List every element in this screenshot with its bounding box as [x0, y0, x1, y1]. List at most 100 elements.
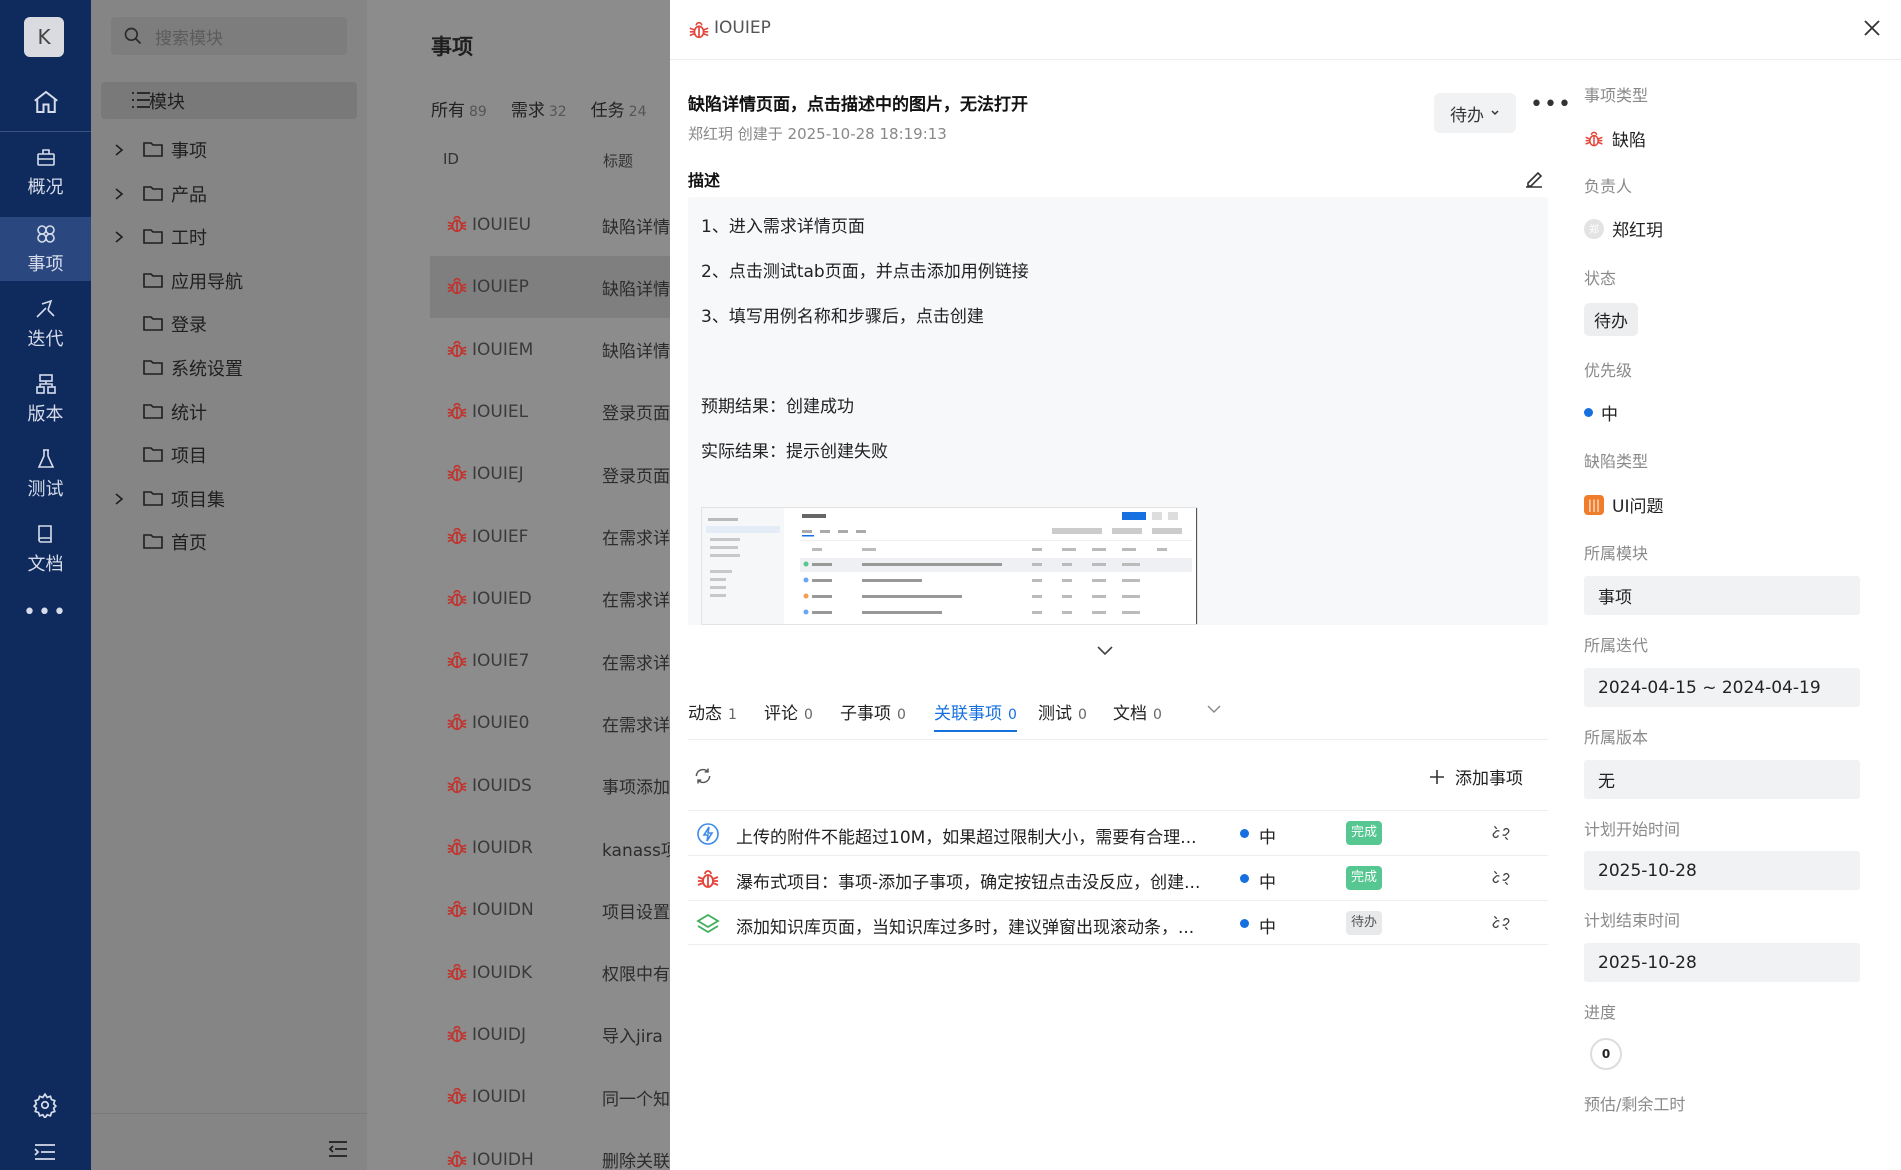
- nav-item-overview[interactable]: 概况: [0, 140, 91, 204]
- tree-node[interactable]: 统计: [91, 394, 367, 430]
- nav-item-version[interactable]: 版本: [0, 367, 91, 431]
- related-item-row[interactable]: 瀑布式项目：事项-添加子事项，确定按钮点击没反应，创建... 中 完成: [688, 855, 1548, 900]
- tab-requirement[interactable]: 需求 32: [511, 96, 567, 121]
- prop-sprint-select[interactable]: 2024-04-15 ~ 2024-04-19: [1584, 668, 1860, 707]
- table-row[interactable]: IOUIDJ 导入jira: [430, 1004, 670, 1066]
- refresh-icon[interactable]: [693, 766, 713, 786]
- app-sidebar: K 概况 事项 迭代 版本 测试 文档 •••: [0, 0, 91, 1170]
- prop-start-date[interactable]: 2025-10-28: [1584, 851, 1860, 890]
- folder-icon: [143, 229, 163, 244]
- chevron-right-icon[interactable]: [113, 187, 125, 201]
- tree-node[interactable]: 应用导航: [91, 263, 367, 299]
- status-label: 待办: [1450, 105, 1484, 126]
- row-title: kanass项: [602, 840, 670, 861]
- table-row[interactable]: IOUIDI 同一个知: [430, 1066, 670, 1128]
- row-title: 在需求详: [602, 529, 670, 549]
- prop-version-select[interactable]: 无: [1584, 760, 1860, 799]
- nav-item-test[interactable]: 测试: [0, 442, 91, 506]
- row-id: IOUIDS: [472, 775, 532, 796]
- tree-node[interactable]: 工时: [91, 219, 367, 255]
- table-row[interactable]: IOUIDH 删除关联: [430, 1129, 670, 1170]
- close-icon[interactable]: [1863, 19, 1881, 37]
- prop-bugtype[interactable]: ||| UI问题: [1584, 492, 1663, 517]
- nav-divider: [0, 131, 91, 132]
- tree-node[interactable]: 产品: [91, 176, 367, 212]
- prop-label-status: 状态: [1584, 269, 1617, 288]
- prop-owner[interactable]: 郑 郑红玥: [1584, 216, 1663, 241]
- status-dropdown[interactable]: 待办: [1434, 93, 1516, 133]
- tree-node[interactable]: 首页: [91, 524, 367, 560]
- tab-comments[interactable]: 评论 0: [764, 699, 813, 724]
- prop-type[interactable]: 缺陷: [1584, 126, 1646, 151]
- table-row[interactable]: IOUIE0 在需求详: [430, 692, 670, 754]
- tab-activity[interactable]: 动态 1: [688, 699, 737, 724]
- unlink-icon[interactable]: [1491, 823, 1511, 843]
- tab-all[interactable]: 所有 89: [431, 96, 487, 121]
- nav-item-docs[interactable]: 文档: [0, 517, 91, 581]
- chevron-down-icon[interactable]: [1096, 643, 1114, 657]
- gear-icon[interactable]: [32, 1092, 58, 1118]
- row-id: IOUIDH: [472, 1149, 534, 1170]
- edit-icon[interactable]: [1522, 167, 1546, 191]
- workitem-title[interactable]: 缺陷详情页面，点击描述中的图片，无法打开: [688, 90, 1028, 115]
- tree-node[interactable]: 项目集: [91, 481, 367, 517]
- tabs-more-icon[interactable]: [1206, 703, 1222, 715]
- table-row[interactable]: IOUIEF 在需求详: [430, 506, 670, 568]
- nav-item-sprint[interactable]: 迭代: [0, 292, 91, 356]
- prop-priority[interactable]: 中: [1584, 400, 1618, 425]
- tree-node[interactable]: 系统设置: [91, 350, 367, 386]
- table-row[interactable]: IOUIDR kanass项: [430, 817, 670, 879]
- tab-subitems[interactable]: 子事项 0: [840, 699, 906, 724]
- table-row[interactable]: IOUIDN 项目设置: [430, 879, 670, 941]
- row-id: IOUIEJ: [472, 464, 524, 485]
- prop-end-date[interactable]: 2025-10-28: [1584, 943, 1860, 982]
- description-content[interactable]: 1、进入需求详情页面 2、点击测试tab页面，并点击添加用例链接 3、填写用例名…: [688, 197, 1548, 625]
- prop-module-select[interactable]: 事项: [1584, 576, 1860, 615]
- related-item-row[interactable]: 上传的附件不能超过10M，如果超过限制大小，需要有合理... 中 完成: [688, 810, 1548, 855]
- tab-task[interactable]: 任务 24: [591, 96, 647, 121]
- table-row[interactable]: IOUIEJ 登录页面: [430, 443, 670, 505]
- tree-node-label: 项目集: [171, 489, 225, 511]
- add-related-item-button[interactable]: 添加事项: [1429, 764, 1523, 789]
- more-actions-button[interactable]: •••: [1530, 94, 1572, 116]
- priority-dot: [1240, 874, 1249, 883]
- tab-tests[interactable]: 测试 0: [1038, 699, 1087, 724]
- table-row[interactable]: IOUIE7 在需求详: [430, 630, 670, 692]
- home-button[interactable]: [0, 76, 91, 128]
- tab-documents[interactable]: 文档 0: [1113, 699, 1162, 724]
- workitem-meta: 郑红玥 创建于 2025-10-28 18:19:13: [688, 125, 947, 143]
- table-row[interactable]: IOUIDS 事项添加: [430, 755, 670, 817]
- related-item-row[interactable]: 添加知识库页面，当知识库过多时，建议弹窗出现滚动条，... 中 待办: [688, 900, 1548, 945]
- table-row[interactable]: IOUIEU 缺陷详情: [430, 194, 670, 256]
- description-image[interactable]: [701, 507, 1198, 625]
- workspace-avatar[interactable]: K: [24, 17, 64, 57]
- more-icon[interactable]: •••: [0, 600, 91, 625]
- related-item-priority: 中: [1259, 873, 1276, 893]
- tree-node[interactable]: 事项: [91, 132, 367, 168]
- collapse-panel-icon[interactable]: [327, 1140, 349, 1158]
- table-row[interactable]: IOUIEP 缺陷详情: [430, 256, 670, 319]
- chevron-right-icon[interactable]: [113, 492, 125, 506]
- nav-item-workitems[interactable]: 事项: [0, 217, 91, 281]
- tab-related-items[interactable]: 关联事项 0: [934, 699, 1017, 732]
- tree-node[interactable]: 登录: [91, 306, 367, 342]
- table-row[interactable]: IOUIEM 缺陷详情: [430, 319, 670, 381]
- chevron-right-icon[interactable]: [113, 230, 125, 244]
- progress-ring[interactable]: 0: [1590, 1038, 1622, 1070]
- unlink-icon[interactable]: [1491, 868, 1511, 888]
- module-search-input[interactable]: 搜索模块: [111, 17, 347, 55]
- prop-status[interactable]: 待办: [1584, 303, 1638, 336]
- row-title: 导入jira: [602, 1027, 663, 1048]
- menu-icon[interactable]: [32, 1142, 58, 1162]
- tree-root-modules[interactable]: 模块: [101, 82, 357, 119]
- nav-label: 文档: [27, 554, 64, 575]
- bug-icon: [447, 963, 467, 980]
- chevron-right-icon[interactable]: [113, 143, 125, 157]
- unlink-icon[interactable]: [1491, 913, 1511, 933]
- table-row[interactable]: IOUIEL 登录页面: [430, 381, 670, 443]
- tree-node[interactable]: 项目: [91, 437, 367, 473]
- table-row[interactable]: IOUIED 在需求详: [430, 568, 670, 630]
- chevron-down-icon: [1491, 110, 1499, 116]
- table-row[interactable]: IOUIDK 权限中有: [430, 942, 670, 1004]
- row-title: 登录页面: [602, 404, 670, 425]
